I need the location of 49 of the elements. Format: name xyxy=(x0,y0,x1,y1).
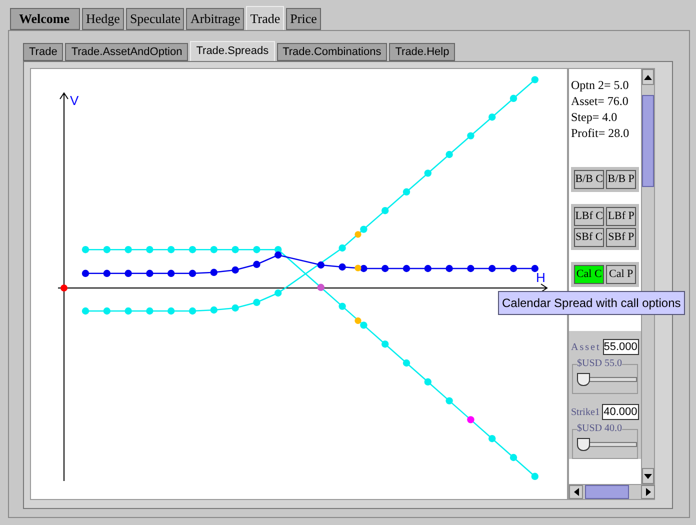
tab[interactable]: Welcome xyxy=(10,8,80,30)
left-arrow-icon xyxy=(574,488,578,496)
tooltip: Calendar Spread with call options xyxy=(498,291,685,315)
tab[interactable]: Price xyxy=(286,8,321,30)
spread-button[interactable]: LBf P xyxy=(606,207,636,226)
marker-dot xyxy=(354,231,362,238)
slider[interactable] xyxy=(577,373,639,387)
up-arrow-icon xyxy=(644,74,652,80)
scroll-down-button[interactable] xyxy=(642,468,654,484)
spread-button[interactable]: SBf C xyxy=(574,228,604,247)
axis-label: V xyxy=(70,93,79,108)
marker-dot xyxy=(354,264,362,272)
slider-thumb[interactable] xyxy=(577,438,590,451)
tab[interactable]: Trade.Help xyxy=(389,43,456,61)
scroll-left-button[interactable] xyxy=(569,485,583,499)
number-field[interactable]: 40.000 xyxy=(602,404,640,420)
readout-text: Step= 4.0 xyxy=(571,109,618,125)
horizontal-scrollbar[interactable] xyxy=(569,484,655,499)
marker-dot xyxy=(354,317,362,324)
tab[interactable]: Trade xyxy=(23,43,64,61)
tab[interactable]: Trade.AssetAndOption xyxy=(65,43,188,61)
tab[interactable]: Trade.Spreads xyxy=(190,41,275,61)
readout-text: Optn 2= 5.0 xyxy=(571,77,630,93)
scroll-up-button[interactable] xyxy=(642,69,654,85)
tab[interactable]: Arbitrage xyxy=(186,8,244,30)
spread-button[interactable]: B/B C xyxy=(574,170,604,189)
readout-text: Asset= 76.0 xyxy=(571,93,630,109)
spread-button[interactable]: SBf P xyxy=(606,228,636,247)
scroll-thumb[interactable] xyxy=(642,95,654,187)
slider-thumb[interactable] xyxy=(577,373,590,386)
number-field[interactable]: 55.000 xyxy=(602,339,640,355)
field-label: Asset xyxy=(571,340,601,354)
slider[interactable] xyxy=(577,438,639,452)
tab[interactable]: Hedge xyxy=(82,8,124,30)
horizontal-scroll-thumb[interactable] xyxy=(585,485,629,499)
axis-label: H xyxy=(536,270,546,285)
spread-button[interactable]: B/B P xyxy=(606,170,636,189)
spread-button[interactable]: Cal P xyxy=(606,265,636,284)
readout-text: Profit= 28.0 xyxy=(571,125,630,141)
field-label: Strike1 xyxy=(571,406,600,420)
tab[interactable]: Trade.Combinations xyxy=(276,43,388,61)
origin-dot xyxy=(60,284,68,292)
scroll-right-button[interactable] xyxy=(641,485,655,499)
right-arrow-icon xyxy=(646,488,650,496)
down-arrow-icon xyxy=(644,474,652,479)
spread-button[interactable]: Cal C xyxy=(574,265,604,284)
tab[interactable]: Speculate xyxy=(126,8,184,30)
spread-button[interactable]: LBf C xyxy=(574,207,604,226)
tab[interactable]: Trade xyxy=(246,6,284,30)
